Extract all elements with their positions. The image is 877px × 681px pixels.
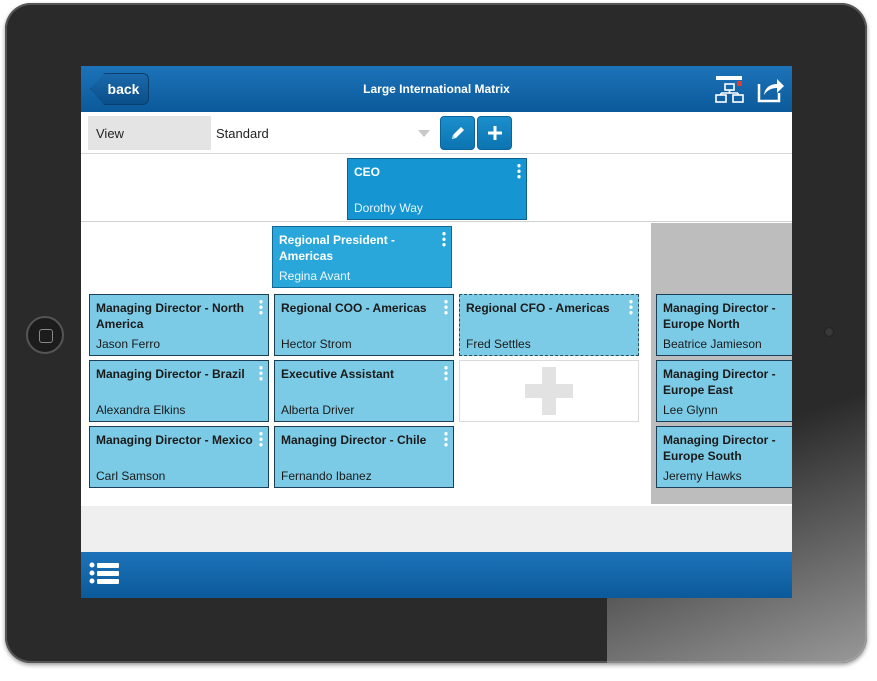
view-select[interactable]: Standard [211,116,434,150]
card-name: Fernando Ibanez [281,469,372,483]
vertical-dots-icon[interactable] [444,299,448,315]
bottom-bar [81,552,792,598]
card-name: Beatrice Jamieson [663,337,762,351]
app-screen: Large International Matrix back View Sta… [81,66,792,598]
edit-button[interactable] [440,116,475,150]
org-card-md-europe-east[interactable]: Managing Director - Europe East Lee Glyn… [656,360,792,422]
card-name: Alberta Driver [281,403,355,417]
org-card-executive-assistant[interactable]: Executive Assistant Alberta Driver [274,360,454,422]
vertical-dots-icon[interactable] [442,231,446,247]
vertical-dots-icon[interactable] [629,299,633,315]
chevron-down-icon [418,130,430,137]
org-chart-canvas: CEO Dorothy Way Regional President - Ame… [81,154,792,506]
home-button[interactable] [26,316,64,354]
org-card-regional-coo[interactable]: Regional COO - Americas Hector Strom [274,294,454,356]
org-card-regional-president[interactable]: Regional President - Americas Regina Ava… [272,226,452,288]
add-button[interactable] [477,116,512,150]
canvas-footer-area [81,506,792,552]
vertical-dots-icon[interactable] [444,365,448,381]
org-card-md-chile[interactable]: Managing Director - Chile Fernando Ibane… [274,426,454,488]
card-title: Regional President - Americas [279,233,396,263]
card-title: Executive Assistant [281,367,394,381]
card-title: Managing Director - Brazil [96,367,245,381]
pencil-icon [451,127,464,139]
card-name: Jeremy Hawks [663,469,742,483]
org-card-md-europe-north[interactable]: Managing Director - Europe North Beatric… [656,294,792,356]
top-navigation-bar: Large International Matrix back [81,66,792,112]
card-title: Managing Director - Europe North [663,301,776,331]
page-title: Large International Matrix [363,82,510,96]
card-title: Managing Director - Chile [281,433,427,447]
card-title: Regional COO - Americas [281,301,427,315]
vertical-dots-icon[interactable] [517,163,521,179]
org-card-ceo[interactable]: CEO Dorothy Way [347,158,527,220]
card-name: Lee Glynn [663,403,718,417]
org-chart-icon[interactable] [714,74,744,104]
card-name: Hector Strom [281,337,352,351]
camera-dot [824,327,834,337]
org-card-md-europe-south[interactable]: Managing Director - Europe South Jeremy … [656,426,792,488]
card-name: Alexandra Elkins [96,403,186,417]
view-toolbar: View Standard [81,112,792,154]
card-name: Carl Samson [96,469,166,483]
org-card-regional-cfo[interactable]: Regional CFO - Americas Fred Settles [459,294,639,356]
org-card-md-brazil[interactable]: Managing Director - Brazil Alexandra Elk… [89,360,269,422]
list-icon[interactable] [89,560,121,590]
card-title: CEO [354,165,381,179]
card-title: Managing Director - Europe East [663,367,776,397]
card-title: Managing Director - Mexico [96,433,253,447]
card-title: Managing Director - North America [96,301,245,331]
card-title: Regional CFO - Americas [466,301,610,315]
plus-icon [487,126,502,140]
org-card-md-mexico[interactable]: Managing Director - Mexico Carl Samson [89,426,269,488]
card-title: Managing Director - Europe South [663,433,776,463]
vertical-dots-icon[interactable] [259,365,263,381]
card-name: Fred Settles [466,337,531,351]
view-select-value: Standard [216,125,269,141]
add-position-placeholder[interactable] [459,360,639,422]
view-label: View [88,116,211,150]
vertical-dots-icon[interactable] [444,431,448,447]
org-card-md-north-america[interactable]: Managing Director - North America Jason … [89,294,269,356]
plus-icon [525,367,573,415]
share-icon[interactable] [755,74,785,104]
card-name: Jason Ferro [96,337,161,351]
card-name: Dorothy Way [354,201,423,215]
vertical-dots-icon[interactable] [259,431,263,447]
card-name: Regina Avant [279,269,351,283]
vertical-dots-icon[interactable] [259,299,263,315]
